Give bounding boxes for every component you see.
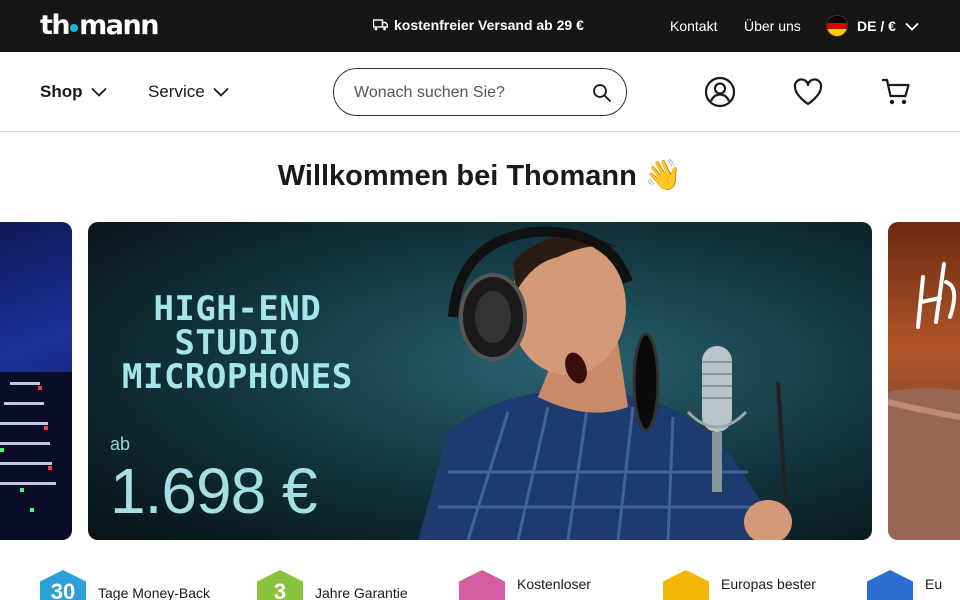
truck-icon [373, 19, 388, 31]
about-link[interactable]: Über uns [744, 18, 801, 34]
service-menu[interactable]: Service [148, 82, 229, 102]
europe-badge-icon [867, 570, 913, 600]
feature-label: Kostenloser [517, 576, 591, 592]
service-label: Service [148, 82, 205, 101]
feature-label: Europas bester [721, 576, 816, 592]
hero-price: 1.698 € [110, 455, 318, 527]
carousel-slide-next[interactable] [888, 222, 960, 540]
shop-menu[interactable]: Shop [40, 82, 107, 102]
warranty-badge-icon: 3 [257, 570, 303, 600]
feature-best-service[interactable]: Europas bester [663, 570, 816, 600]
feature-europe[interactable]: Eu [867, 570, 942, 600]
account-icon[interactable] [704, 76, 736, 108]
germany-flag-icon [826, 15, 848, 37]
feature-label: Jahre Garantie [315, 585, 408, 600]
search-input[interactable] [354, 81, 584, 105]
feature-label: Eu [925, 576, 943, 592]
hero-title-line: STUDIO [174, 323, 301, 363]
feature-label: Tage Money-Back [98, 585, 211, 600]
search-icon[interactable] [592, 83, 612, 103]
shop-label: Shop [40, 82, 83, 101]
thomann-logo[interactable]: th mann [40, 12, 159, 40]
hero-title: HIGH-END STUDIO MICROPHONES [122, 292, 353, 394]
carousel-slide-prev[interactable] [0, 222, 72, 540]
wishlist-heart-icon[interactable] [792, 76, 824, 108]
cart-icon[interactable] [880, 76, 912, 108]
chevron-down-icon [90, 87, 107, 97]
hero-title-line: HIGH-END [153, 289, 322, 329]
welcome-heading: Willkommen bei Thomann 👋 [0, 158, 960, 193]
money-back-badge-icon: 30 [40, 570, 86, 600]
hero-title-line: MICROPHONES [122, 357, 353, 397]
mixing-console-image [0, 372, 72, 540]
welcome-title: Willkommen bei Thomann [277, 160, 637, 192]
logo-dot [70, 24, 79, 32]
contact-link[interactable]: Kontakt [670, 18, 717, 34]
autumn-road-image [888, 262, 960, 540]
search-box[interactable] [333, 68, 627, 116]
feature-warranty[interactable]: 3 Jahre Garantie [257, 570, 408, 600]
main-nav: Shop Service [0, 52, 960, 132]
carousel-slide-studio-microphones[interactable]: HIGH-END STUDIO MICROPHONES ab 1.698 € [88, 222, 872, 540]
feature-free-shipping[interactable]: Kostenloser [459, 570, 591, 600]
waving-hand-icon: 👋 [644, 159, 683, 192]
locale-selector[interactable]: DE / € [826, 15, 919, 37]
feature-money-back[interactable]: 30 Tage Money-Back [40, 570, 210, 600]
shipping-text: kostenfreier Versand ab 29 € [394, 17, 584, 33]
service-gear-badge-icon [663, 570, 709, 600]
shipping-truck-badge-icon [459, 570, 505, 600]
top-bar: th mann kostenfreier Versand ab 29 € Kont… [0, 0, 960, 52]
hero-price-prefix: ab [110, 434, 131, 454]
chevron-down-icon [905, 22, 919, 31]
shipping-banner: kostenfreier Versand ab 29 € [373, 17, 584, 33]
locale-label: DE / € [857, 18, 896, 34]
chevron-down-icon [213, 87, 229, 97]
